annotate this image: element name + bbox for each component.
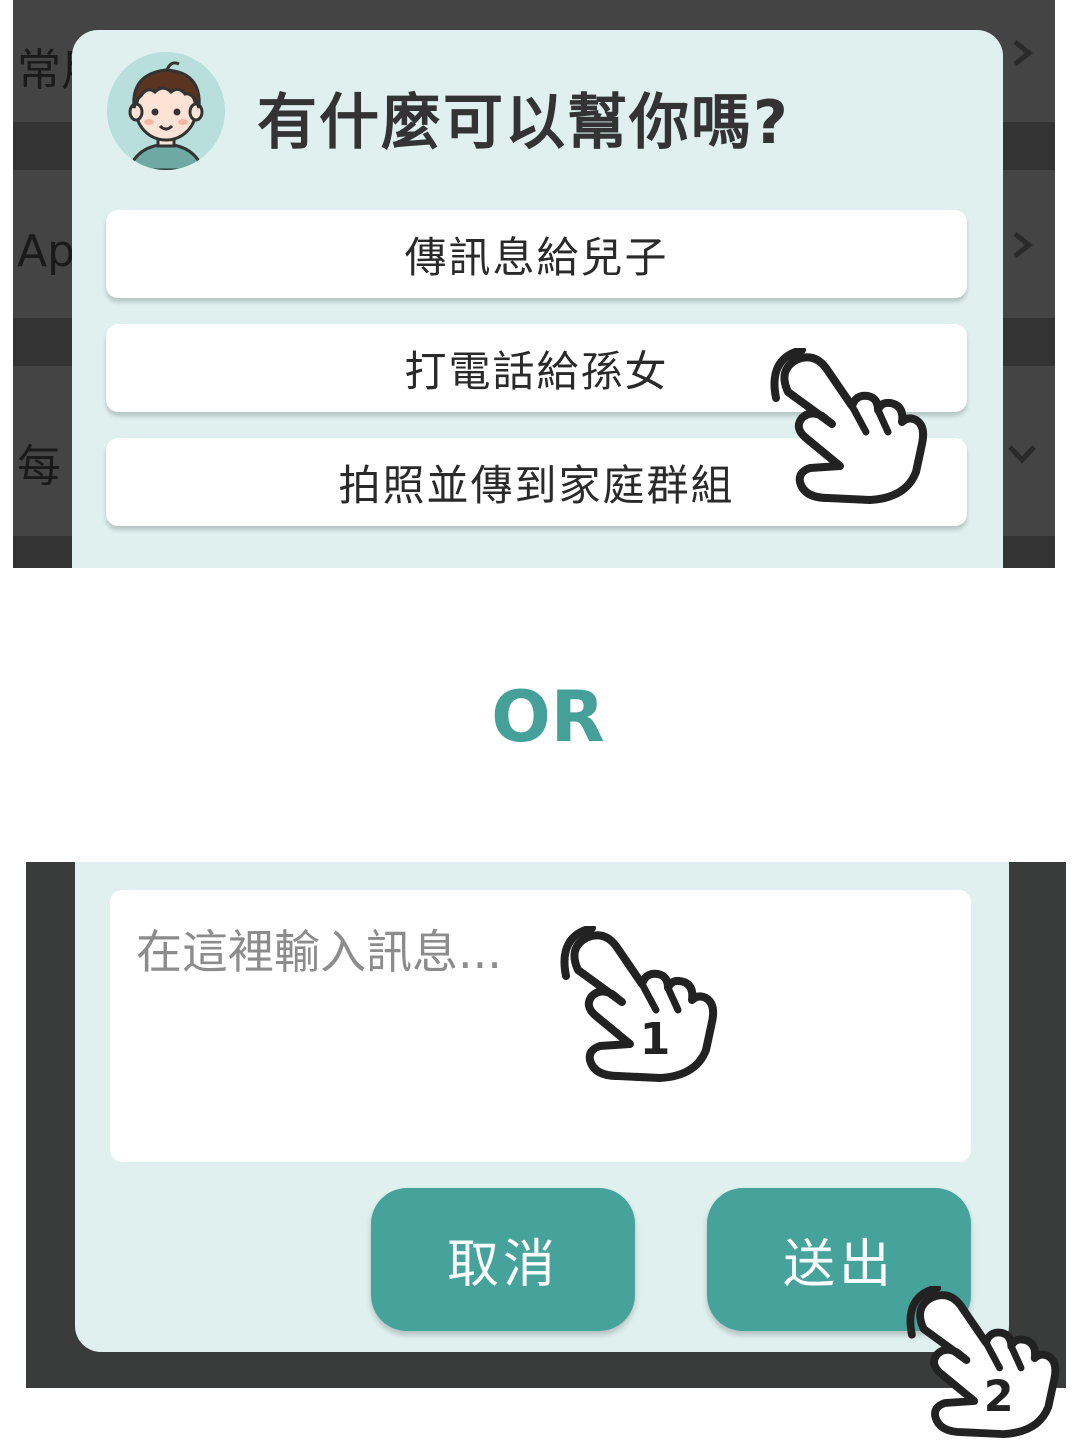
option-message-son-button[interactable]: 傳訊息給兒子: [106, 210, 967, 298]
tap-hand-icon: 1: [560, 926, 718, 1082]
dialog-title: 有什麼可以幫你嗎?: [257, 88, 790, 158]
tap-hand-icon: 2: [906, 1286, 1060, 1439]
step-number: 2: [984, 1372, 1014, 1422]
boy-avatar-icon: [107, 52, 225, 170]
compose-dialog: 取消 送出: [75, 862, 1009, 1352]
list-item-label: Ap: [17, 226, 76, 277]
step-number: 1: [640, 1014, 671, 1065]
list-item-label: 每: [17, 441, 61, 492]
chevron-down-icon[interactable]: [1007, 438, 1037, 468]
chevron-right-icon[interactable]: [1007, 230, 1037, 260]
chevron-right-icon[interactable]: [1007, 38, 1037, 68]
or-separator: OR: [491, 676, 605, 758]
cancel-button[interactable]: 取消: [371, 1188, 635, 1331]
tap-hand-icon: [770, 348, 928, 504]
message-input[interactable]: [110, 890, 971, 1162]
